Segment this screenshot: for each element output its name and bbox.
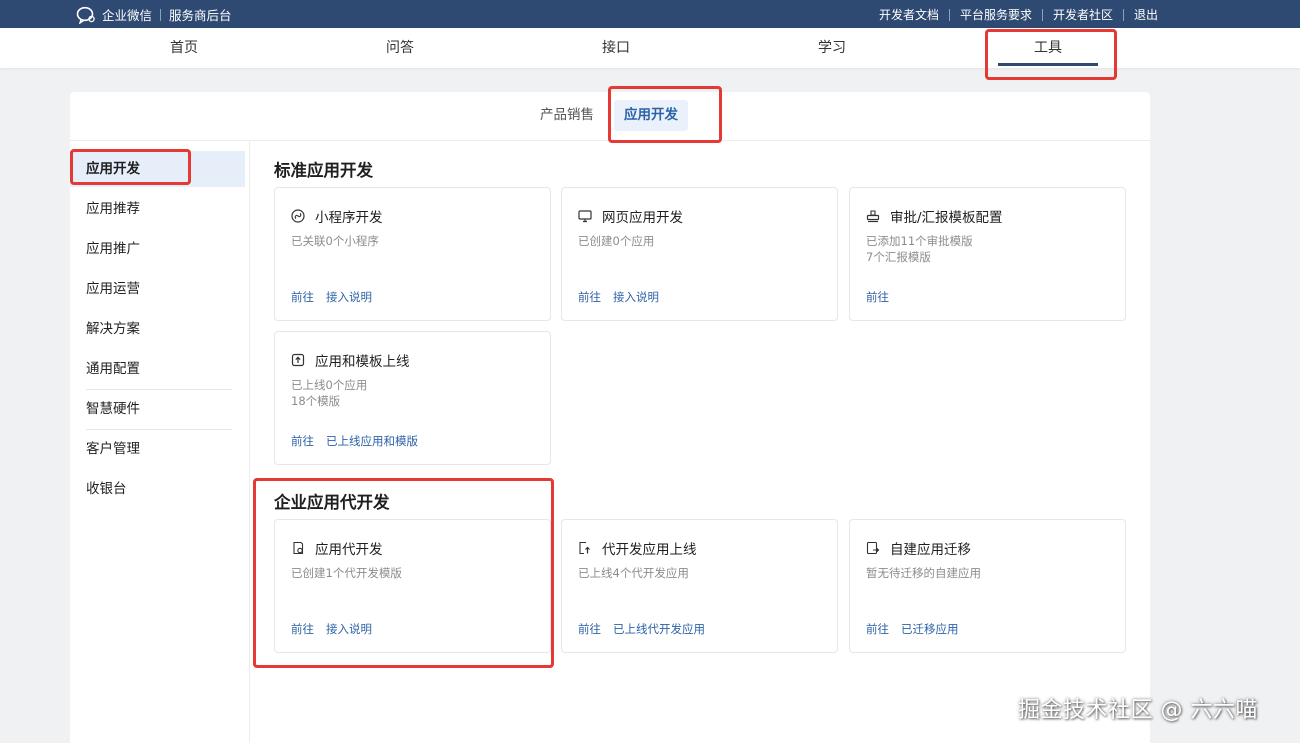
card-title: 自建应用迁移	[866, 538, 971, 558]
card-links: 前往 已上线应用和模版	[291, 433, 430, 449]
nav-qa[interactable]: 问答	[335, 28, 465, 68]
sidebar-item-solutions[interactable]: 解决方案	[70, 311, 245, 347]
sidebar-item-app-recommend[interactable]: 应用推荐	[70, 191, 245, 227]
brand[interactable]: 企业微信 服务商后台	[76, 5, 232, 24]
card-title-text: 自建应用迁移	[890, 542, 971, 558]
nav-api[interactable]: 接口	[551, 28, 681, 68]
sidebar-item-general-config[interactable]: 通用配置	[70, 351, 245, 387]
card-self-built-migration[interactable]: 自建应用迁移 暂无待迁移的自建应用 前往 已迁移应用	[849, 519, 1126, 653]
goto-link[interactable]: 前往	[291, 433, 314, 449]
card-description: 已创建0个应用	[578, 233, 654, 249]
card-title-text: 网页应用开发	[602, 210, 683, 226]
link-logout[interactable]: 退出	[1134, 6, 1158, 23]
link-developer-community[interactable]: 开发者社区	[1053, 6, 1113, 23]
migrate-icon	[866, 541, 880, 555]
link-platform-requirements[interactable]: 平台服务要求	[960, 6, 1032, 23]
card-title-text: 小程序开发	[315, 210, 383, 226]
launched-custom-apps-link[interactable]: 已上线代开发应用	[613, 621, 705, 637]
card-description: 已添加11个审批模版 7个汇报模版	[866, 233, 973, 265]
guide-link[interactable]: 接入说明	[326, 289, 372, 305]
card-description: 暂无待迁移的自建应用	[866, 565, 981, 581]
card-links: 前往 已上线代开发应用	[578, 621, 717, 637]
highlight-box-sidebar-app-dev	[70, 149, 191, 185]
sidebar-divider	[86, 389, 232, 390]
goto-link[interactable]: 前往	[866, 289, 889, 305]
card-description: 已关联0个小程序	[291, 233, 379, 249]
wecom-logo-icon	[76, 6, 95, 24]
section-title-standard-app-dev: 标准应用开发	[274, 161, 373, 180]
card-links: 前往	[866, 289, 901, 305]
card-mini-program[interactable]: 小程序开发 已关联0个小程序 前往 接入说明	[274, 187, 551, 321]
card-title: 小程序开发	[291, 206, 383, 226]
card-title: 审批/汇报模板配置	[866, 206, 1003, 226]
sidebar-item-smart-hardware[interactable]: 智慧硬件	[70, 391, 245, 427]
card-desc-line: 18个模版	[291, 394, 341, 408]
card-desc-line: 暂无待迁移的自建应用	[866, 566, 981, 580]
goto-link[interactable]: 前往	[291, 289, 314, 305]
goto-link[interactable]: 前往	[578, 289, 601, 305]
nav-home[interactable]: 首页	[119, 28, 249, 68]
launched-apps-link[interactable]: 已上线应用和模版	[326, 433, 418, 449]
top-bar: 企业微信 服务商后台 开发者文档 平台服务要求 开发者社区 退出	[0, 0, 1300, 28]
sidebar: 应用开发 应用推荐 应用推广 应用运营 解决方案 通用配置 智慧硬件 客户管理 …	[70, 141, 250, 743]
highlight-box-app-dev-tab	[608, 86, 722, 143]
card-links: 前往 已迁移应用	[866, 621, 971, 637]
card-title: 网页应用开发	[578, 206, 683, 226]
card-title-text: 审批/汇报模板配置	[890, 210, 1003, 226]
card-desc-line: 已上线0个应用	[291, 378, 368, 392]
card-desc-line: 已关联0个小程序	[291, 234, 379, 248]
content-panel: 产品销售 应用开发 应用开发 应用推荐 应用推广 应用运营 解决方案 通用配置 …	[70, 92, 1150, 743]
card-title: 代开发应用上线	[578, 538, 697, 558]
card-title-text: 应用和模板上线	[315, 354, 410, 370]
card-title: 应用和模板上线	[291, 350, 410, 370]
brand-subtitle: 服务商后台	[169, 8, 232, 23]
sidebar-divider	[86, 429, 232, 430]
monitor-icon	[578, 210, 592, 223]
card-description: 已上线0个应用 18个模版	[291, 377, 367, 409]
card-desc-line: 7个汇报模版	[866, 250, 931, 264]
stamp-icon	[866, 210, 880, 223]
card-title-text: 代开发应用上线	[602, 542, 697, 558]
link-developer-docs[interactable]: 开发者文档	[879, 6, 939, 23]
card-desc-line: 已添加11个审批模版	[866, 234, 973, 248]
sidebar-item-customer-management[interactable]: 客户管理	[70, 431, 245, 467]
card-web-app[interactable]: 网页应用开发 已创建0个应用 前往 接入说明	[561, 187, 838, 321]
card-app-template-launch[interactable]: 应用和模板上线 已上线0个应用 18个模版 前往 已上线应用和模版	[274, 331, 551, 465]
divider	[1041, 8, 1043, 21]
mini-program-icon	[291, 209, 305, 223]
divider	[1122, 8, 1124, 21]
upload-icon	[291, 353, 305, 367]
card-desc-line: 已上线4个代开发应用	[578, 566, 689, 580]
divider	[948, 8, 950, 21]
guide-link[interactable]: 接入说明	[613, 289, 659, 305]
card-custom-app-launch[interactable]: 代开发应用上线 已上线4个代开发应用 前往 已上线代开发应用	[561, 519, 838, 653]
top-links: 开发者文档 平台服务要求 开发者社区 退出	[879, 6, 1158, 23]
card-description: 已上线4个代开发应用	[578, 565, 689, 581]
card-links: 前往 接入说明	[578, 289, 671, 305]
sidebar-item-app-operation[interactable]: 应用运营	[70, 271, 245, 307]
highlight-box-tools	[985, 29, 1117, 80]
goto-link[interactable]: 前往	[578, 621, 601, 637]
highlight-box-enterprise-app-dev	[253, 478, 554, 668]
card-approval-template[interactable]: 审批/汇报模板配置 已添加11个审批模版 7个汇报模版 前往	[849, 187, 1126, 321]
nav-learn[interactable]: 学习	[767, 28, 897, 68]
sidebar-item-app-promotion[interactable]: 应用推广	[70, 231, 245, 267]
sidebar-item-checkout[interactable]: 收银台	[70, 471, 245, 507]
migrated-apps-link[interactable]: 已迁移应用	[901, 621, 959, 637]
card-links: 前往 接入说明	[291, 289, 384, 305]
goto-link[interactable]: 前往	[866, 621, 889, 637]
tab-product-sales[interactable]: 产品销售	[530, 100, 604, 131]
card-desc-line: 已创建0个应用	[578, 234, 655, 248]
watermark: 掘金技术社区 @ 六六喵	[1018, 698, 1258, 723]
brand-divider	[160, 8, 162, 21]
brand-name: 企业微信	[102, 8, 153, 23]
launch-icon	[579, 541, 590, 555]
